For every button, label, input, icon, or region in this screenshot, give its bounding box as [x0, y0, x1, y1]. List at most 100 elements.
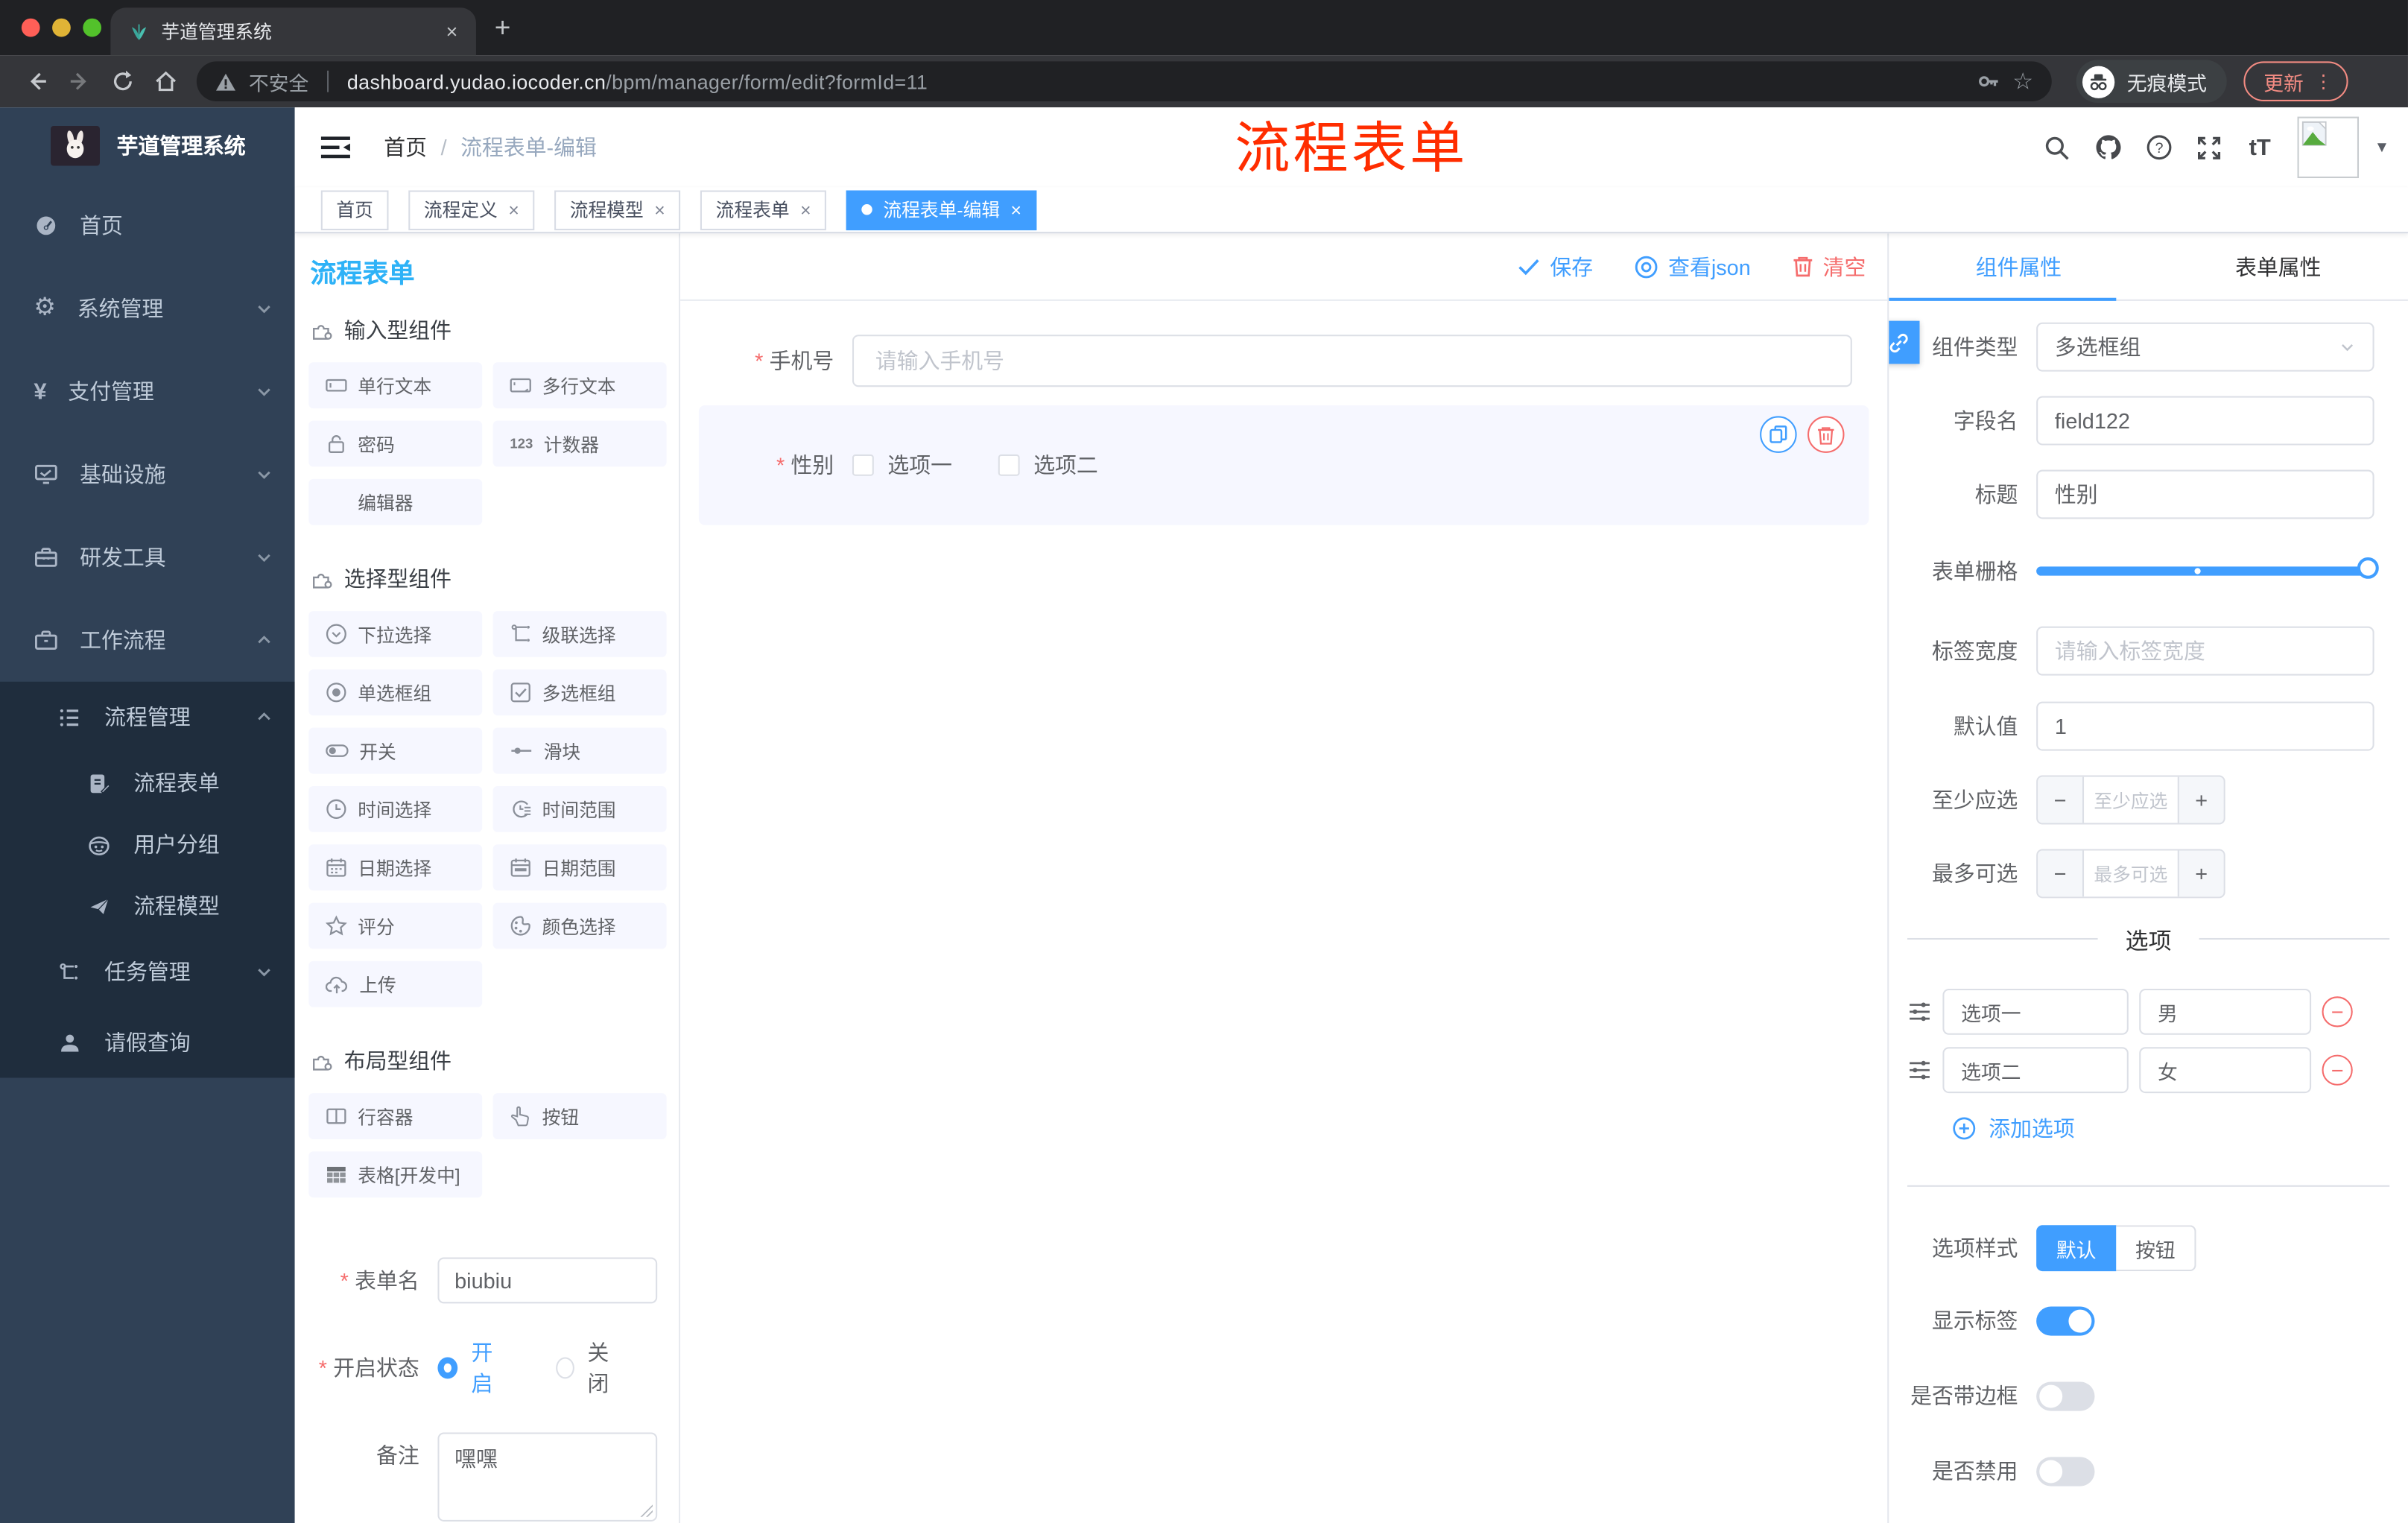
link-tab[interactable]	[1889, 320, 1920, 364]
remove-option-button[interactable]: −	[2322, 1054, 2353, 1086]
component-type-select[interactable]: 多选框组	[2036, 322, 2374, 372]
new-tab-button[interactable]: +	[495, 7, 511, 48]
save-button[interactable]: 保存	[1518, 251, 1593, 282]
drag-handle-icon[interactable]	[1907, 999, 1932, 1024]
phone-input[interactable]: 请输入手机号	[852, 335, 1852, 387]
slider-track[interactable]	[2036, 557, 2379, 579]
component-password[interactable]: 密码	[308, 420, 483, 467]
component-select[interactable]: 下拉选择	[308, 611, 483, 657]
add-option-button[interactable]: 添加选项	[1952, 1113, 2408, 1144]
style-default-button[interactable]: 默认	[2036, 1225, 2117, 1272]
bookmark-star-icon[interactable]: ☆	[2012, 68, 2033, 95]
address-bar[interactable]: 不安全 dashboard.yudao.iocoder.cn/bpm/manag…	[196, 61, 2052, 101]
component-color-picker[interactable]: 颜色选择	[492, 902, 667, 949]
show-label-switch[interactable]	[2036, 1305, 2095, 1335]
increase-button[interactable]: +	[2177, 776, 2224, 823]
sidebar-item-workflow[interactable]: 工作流程	[0, 599, 295, 682]
remove-option-button[interactable]: −	[2322, 996, 2353, 1028]
url-path[interactable]: /bpm/manager/form/edit?formId=11	[606, 70, 928, 93]
tag-process-definition[interactable]: 流程定义 ×	[408, 189, 535, 230]
component-single-line-text[interactable]: 单行文本	[308, 362, 483, 409]
window-controls[interactable]	[21, 18, 102, 37]
minimize-window-button[interactable]	[52, 18, 71, 37]
sidebar-item-infra[interactable]: 基础设施	[0, 433, 295, 516]
canvas-field-phone[interactable]: 手机号 请输入手机号	[680, 335, 1852, 387]
tag-process-form[interactable]: 流程表单 ×	[700, 189, 827, 230]
component-time-picker[interactable]: 时间选择	[308, 785, 483, 832]
form-grid-slider[interactable]	[2036, 547, 2379, 596]
help-icon[interactable]: ?	[2133, 133, 2184, 161]
gender-option-1[interactable]: 选项一	[852, 450, 952, 481]
min-select-input[interactable]: 至少应选	[2084, 777, 2178, 823]
update-label[interactable]: 更新	[2263, 67, 2304, 96]
component-table-dev[interactable]: 表格[开发中]	[308, 1151, 483, 1198]
remark-textarea[interactable]: 嘿嘿	[437, 1432, 658, 1522]
component-rate[interactable]: 评分	[308, 902, 483, 949]
close-icon[interactable]: ×	[508, 199, 519, 221]
component-cascader[interactable]: 级联选择	[492, 611, 667, 657]
avatar-caret-icon[interactable]: ▼	[2374, 139, 2389, 156]
decrease-button[interactable]: −	[2038, 850, 2085, 897]
component-radio-group[interactable]: 单选框组	[308, 669, 483, 716]
status-on-radio[interactable]: 开启	[437, 1337, 506, 1399]
max-select-input[interactable]: 最多可选	[2084, 851, 2178, 897]
forward-icon[interactable]	[58, 69, 101, 94]
home-icon[interactable]	[145, 69, 188, 94]
style-button-button[interactable]: 按钮	[2116, 1225, 2196, 1272]
tab-close-icon[interactable]: ×	[446, 20, 458, 43]
field-name-input[interactable]: field122	[2036, 396, 2374, 446]
view-json-button[interactable]: 查看json	[1635, 251, 1751, 282]
security-label[interactable]: 不安全	[249, 67, 308, 96]
sidebar-item-process-mgmt[interactable]: 流程管理	[0, 682, 295, 753]
component-counter[interactable]: 123 计数器	[492, 420, 667, 467]
avatar[interactable]	[2297, 116, 2360, 179]
reload-icon[interactable]	[101, 69, 145, 94]
sidebar-item-leave-query[interactable]: 请假查询	[0, 1007, 295, 1078]
component-switch[interactable]: 开关	[308, 727, 483, 774]
component-multi-line-text[interactable]: 多行文本	[492, 362, 667, 409]
component-upload[interactable]: 上传	[308, 960, 483, 1007]
delete-component-button[interactable]	[1807, 416, 1845, 453]
component-row-container[interactable]: 行容器	[308, 1093, 483, 1139]
close-icon[interactable]: ×	[1010, 199, 1021, 221]
slider-handle[interactable]	[2357, 557, 2379, 579]
decrease-button[interactable]: −	[2038, 776, 2085, 823]
breadcrumb-home[interactable]: 首页	[384, 132, 427, 162]
component-editor[interactable]: 编辑器	[308, 478, 483, 525]
sidebar-item-process-form[interactable]: 流程表单	[0, 753, 295, 814]
sidebar-item-task-mgmt[interactable]: 任务管理	[0, 937, 295, 1007]
form-name-input[interactable]: biubiu	[437, 1257, 658, 1304]
tab-form-props[interactable]: 表单属性	[2149, 233, 2408, 300]
password-key-icon[interactable]	[1976, 69, 2000, 94]
gender-option-2[interactable]: 选项二	[998, 450, 1098, 481]
browser-menu-icon[interactable]: ⋮	[2314, 71, 2333, 92]
canvas-field-gender-selected[interactable]: 性别 选项一 选项二	[698, 405, 1869, 525]
tab-component-props[interactable]: 组件属性	[1889, 233, 2148, 300]
close-window-button[interactable]	[21, 18, 40, 37]
tag-process-model[interactable]: 流程模型 ×	[554, 189, 681, 230]
component-checkbox-group[interactable]: 多选框组	[492, 669, 667, 716]
duplicate-component-button[interactable]	[1760, 416, 1797, 453]
component-time-range[interactable]: 时间范围	[492, 785, 667, 832]
component-date-picker[interactable]: 日期选择	[308, 844, 483, 891]
component-button[interactable]: 按钮	[492, 1093, 667, 1139]
close-icon[interactable]: ×	[654, 199, 665, 221]
component-date-range[interactable]: 日期范围	[492, 844, 667, 891]
disabled-switch[interactable]	[2036, 1456, 2095, 1486]
sidebar-item-user-group[interactable]: 用户分组	[0, 814, 295, 875]
tag-process-form-edit[interactable]: 流程表单-编辑 ×	[846, 189, 1037, 230]
sidebar-item-home[interactable]: 首页	[0, 184, 295, 267]
increase-button[interactable]: +	[2177, 850, 2224, 897]
option-value-input[interactable]: 男	[2139, 988, 2312, 1035]
clear-button[interactable]: 清空	[1792, 251, 1866, 282]
status-off-radio[interactable]: 关闭	[555, 1337, 624, 1399]
back-icon[interactable]	[16, 69, 59, 94]
tag-home[interactable]: 首页	[320, 189, 389, 230]
component-slider[interactable]: 滑块	[492, 727, 667, 774]
not-secure-warning-icon[interactable]	[215, 72, 237, 92]
drag-handle-icon[interactable]	[1907, 1058, 1932, 1083]
label-width-input[interactable]: 请输入标签宽度	[2036, 626, 2374, 676]
search-icon[interactable]	[2032, 134, 2082, 160]
github-icon[interactable]	[2082, 133, 2133, 161]
border-switch[interactable]	[2036, 1381, 2095, 1410]
